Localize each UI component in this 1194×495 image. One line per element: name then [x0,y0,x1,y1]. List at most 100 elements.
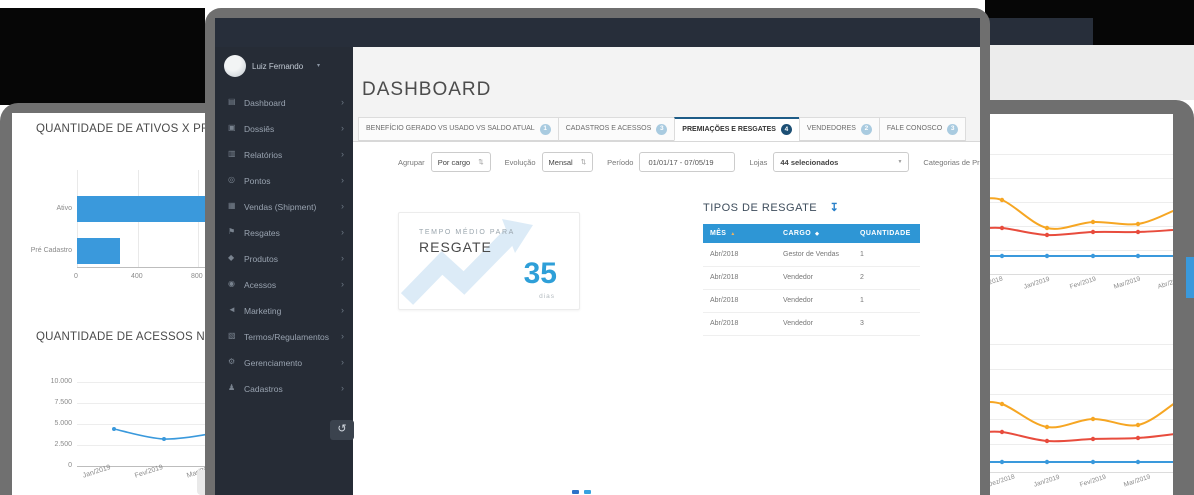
chevron-right-icon: › [341,305,344,315]
column-header-quantidade[interactable]: QUANTIDADE [860,230,920,237]
select-arrows-icon: ⇅ [581,158,586,166]
right-window: Dez/2018 Jan/2019 Fev/2019 Mar/2019 Abr/… [985,0,1194,495]
table-header: MÊS ▲ CARGO ◆ QUANTIDADE [703,224,920,243]
sales-icon: ▦ [228,201,240,210]
page-title: DASHBOARD [362,79,491,101]
sort-asc-icon: ▲ [730,231,735,237]
chevron-right-icon: › [341,123,344,133]
column-header-cargo[interactable]: CARGO ◆ [783,230,860,237]
peek-bar-blue [1186,257,1194,298]
table-row: Abr/2018 Gestor de Vendas 1 [703,243,920,267]
right-window-topbar-dark [1093,0,1194,45]
marketing-icon: ◄ [228,305,240,314]
tab-fale-conosco[interactable]: FALE CONOSCO 3 [879,117,966,141]
sidebar-item-acessos[interactable]: ◉ Acessos › [215,272,353,298]
sidebar-item-label: Relatórios [244,150,282,160]
chevron-right-icon: › [341,331,344,341]
periodo-input[interactable] [639,152,735,172]
tab-premiacoes-e-resgates[interactable]: PREMIAÇÕES E RESGATES 4 [674,117,800,141]
table-row: Abr/2018 Vendedor 3 [703,312,920,336]
kpi-title: RESGATE [419,239,492,255]
tab-vendedores[interactable]: VENDEDORES 2 [799,117,880,141]
chevron-right-icon: › [341,279,344,289]
terms-icon: ▧ [228,331,240,340]
app-topbar [215,18,980,47]
kpi-unit: dias [539,293,555,300]
chevron-right-icon: › [341,357,344,367]
sidebar-item-marketing[interactable]: ◄ Marketing › [215,298,353,324]
points-icon: ◎ [228,175,240,184]
sidebar-item-label: Acessos [244,280,276,290]
column-header-mes[interactable]: MÊS ▲ [703,230,783,237]
chevron-right-icon: › [341,383,344,393]
sidebar-item-cadastros[interactable]: ♟ Cadastros › [215,376,353,402]
main-window: Luiz Fernando ▾ ▤ Dashboard › ▣ Dossiês … [205,8,990,495]
right-window-graystrip [985,45,1194,100]
sidebar-item-label: Pontos [244,176,270,186]
sidebar-item-pontos[interactable]: ◎ Pontos › [215,168,353,194]
sidebar-collapse-button[interactable]: ↺ [330,420,354,440]
chevron-right-icon: › [341,201,344,211]
legend-peek [572,490,579,494]
sidebar-item-label: Resgates [244,228,280,238]
kpi-card-tempo-medio: TEMPO MÉDIO PARA RESGATE 35 dias [398,212,580,310]
lojas-select[interactable]: 44 selecionados ▼ [773,152,909,172]
sidebar-item-produtos[interactable]: ◆ Produtos › [215,246,353,272]
user-name: Luiz Fernando [252,62,303,71]
categorias-label: Categorias de Produto [923,158,980,167]
sidebar-item-label: Marketing [244,306,281,316]
tab-cadastros-e-acessos[interactable]: CADASTROS E ACESSOS 3 [558,117,676,141]
table-row: Abr/2018 Vendedor 1 [703,289,920,313]
legend-peek [584,490,591,494]
collapse-icon: ↺ [337,423,346,435]
registrations-icon: ♟ [228,383,240,392]
caret-down-icon: ▼ [897,159,902,165]
chevron-down-icon: ▾ [317,62,320,69]
tab-badge: 4 [781,124,792,135]
kpi-subtitle: TEMPO MÉDIO PARA [419,229,515,236]
redemptions-icon: ⚑ [228,227,240,236]
dashboard-icon: ▤ [228,97,240,106]
sidebar: Luiz Fernando ▾ ▤ Dashboard › ▣ Dossiês … [215,47,353,495]
tipos-de-resgate-table: TIPOS DE RESGATE ↧ MÊS ▲ CARGO ◆ QUANTID… [703,198,920,216]
chevron-right-icon: › [341,175,344,185]
avatar [224,55,246,77]
left-window: QUANTIDADE DE ATIVOS X PRÉ-CADASTRA Ativ… [0,103,222,495]
filter-bar: Agrupar Por cargo ⇅ Evolução Mensal ⇅ Pe… [398,150,980,174]
sidebar-item-label: Termos/Regulamentos [244,332,329,342]
sidebar-item-termos-regulamentos[interactable]: ▧ Termos/Regulamentos › [215,324,353,350]
dossiers-icon: ▣ [228,123,240,132]
tabbar: BENEFÍCIO GERADO VS USADO VS SALDO ATUAL… [358,117,965,141]
evolucao-select[interactable]: Mensal ⇅ [542,152,594,172]
download-icon[interactable]: ↧ [830,202,839,214]
right-window-content: Dez/2018 Jan/2019 Fev/2019 Mar/2019 Abr/… [985,114,1173,495]
tab-badge: 3 [656,124,667,135]
management-icon: ⚙ [228,357,240,366]
sidebar-item-relatorios[interactable]: ▥ Relatórios › [215,142,353,168]
tab-label: PREMIAÇÕES E RESGATES [682,119,776,141]
kpi-value: 35 [524,257,557,291]
screenshot-stage: QUANTIDADE DE ATIVOS X PRÉ-CADASTRA Ativ… [0,0,1194,495]
sidebar-item-dossies[interactable]: ▣ Dossiês › [215,116,353,142]
agrupar-select[interactable]: Por cargo ⇅ [431,152,491,172]
right-bottom-line-chart [985,114,1173,495]
lojas-label: Lojas [749,158,767,167]
tab-beneficio[interactable]: BENEFÍCIO GERADO VS USADO VS SALDO ATUAL… [358,117,559,141]
acessos-line-chart [12,113,222,495]
user-menu[interactable]: Luiz Fernando ▾ [215,55,353,85]
sidebar-item-label: Vendas (Shipment) [244,202,316,212]
chevron-right-icon: › [341,227,344,237]
tab-badge: 2 [861,124,872,135]
sidebar-item-label: Dossiês [244,124,274,134]
sidebar-item-vendas-shipment[interactable]: ▦ Vendas (Shipment) › [215,194,353,220]
chevron-right-icon: › [341,253,344,263]
tab-label: BENEFÍCIO GERADO VS USADO VS SALDO ATUAL [366,118,535,140]
sidebar-item-dashboard[interactable]: ▤ Dashboard › [215,90,353,116]
periodo-label: Período [607,158,633,167]
sidebar-item-resgates[interactable]: ⚑ Resgates › [215,220,353,246]
tab-label: CADASTROS E ACESSOS [566,118,652,140]
reports-icon: ▥ [228,149,240,158]
sidebar-item-gerenciamento[interactable]: ⚙ Gerenciamento › [215,350,353,376]
tab-badge: 1 [540,124,551,135]
sort-icon: ◆ [815,231,819,237]
